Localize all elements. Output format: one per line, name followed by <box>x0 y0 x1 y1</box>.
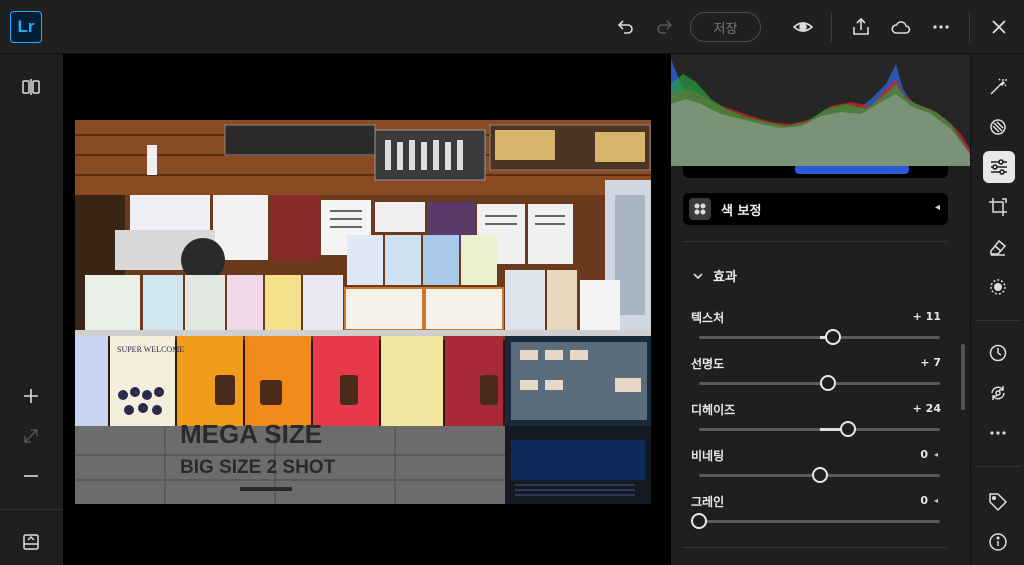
crop-icon[interactable] <box>985 194 1011 220</box>
rail-divider <box>975 320 1021 321</box>
color-grading-icon <box>689 198 711 220</box>
color-grading-section[interactable]: 색 보정 ◂ <box>683 193 948 225</box>
close-icon[interactable] <box>986 14 1012 40</box>
save-button[interactable]: 저장 <box>690 12 761 42</box>
photo-preview[interactable]: MEGA SIZE BIG SIZE 2 SHOT SUPER WELCOME <box>75 120 651 504</box>
cloud-icon[interactable] <box>888 14 914 40</box>
slider-track[interactable] <box>699 375 940 391</box>
panel-scrollbar[interactable] <box>961 344 965 410</box>
slider-value[interactable]: 0 <box>920 494 928 507</box>
heal-icon[interactable] <box>985 234 1011 260</box>
versions-icon[interactable] <box>985 380 1011 406</box>
rail-divider <box>975 466 1021 467</box>
chevron-left-icon: ◂ <box>934 202 940 213</box>
masking-icon[interactable] <box>985 274 1011 300</box>
slider-thumb[interactable] <box>691 513 707 529</box>
effects-heading[interactable]: 효과 <box>713 266 737 285</box>
info-icon[interactable] <box>985 529 1011 555</box>
fit-icon[interactable] <box>18 423 44 449</box>
tone-accent-bar <box>795 166 909 174</box>
slider-value[interactable]: + 24 <box>913 402 941 415</box>
color-grading-label: 색 보정 <box>721 204 762 219</box>
adjust-icon[interactable] <box>983 151 1015 183</box>
zoom-out-icon[interactable] <box>18 463 44 489</box>
tone-panel-bottom <box>683 166 948 178</box>
history-icon[interactable] <box>985 340 1011 366</box>
filmstrip-icon[interactable] <box>18 529 44 555</box>
compare-icon[interactable] <box>18 74 44 100</box>
slider-label: 선명도 <box>691 357 725 371</box>
chevron-down-icon[interactable] <box>691 269 705 283</box>
slider-value[interactable]: + 7 <box>920 356 941 369</box>
toolbar-divider <box>831 12 832 42</box>
slider-thumb[interactable] <box>819 375 836 391</box>
histogram <box>671 54 970 166</box>
slider-thumb[interactable] <box>824 329 841 345</box>
more-icon[interactable] <box>928 14 954 40</box>
undo-icon[interactable] <box>612 14 638 40</box>
slider-track[interactable] <box>699 421 940 437</box>
eye-icon[interactable] <box>790 14 816 40</box>
top-toolbar: Lr 저장 <box>0 0 1024 54</box>
edit-panel: 색 보정 ◂ 효과 텍스처 + 11 선명도 + 7 디헤이즈 + 24 비네팅 0 ◂ 그레인 0… <box>671 54 970 565</box>
slider-track[interactable] <box>691 513 940 529</box>
zoom-in-icon[interactable] <box>18 383 44 409</box>
slider-track[interactable] <box>699 329 940 345</box>
chevron-left-icon[interactable]: ◂ <box>934 450 938 459</box>
photo-sign-line1: MEGA SIZE <box>180 419 322 449</box>
presets-icon[interactable] <box>985 114 1011 140</box>
chevron-left-icon[interactable]: ◂ <box>934 496 938 505</box>
slider-label: 비네팅 <box>691 449 725 463</box>
section-divider <box>683 241 948 242</box>
slider-thumb[interactable] <box>811 467 828 483</box>
more-icon[interactable] <box>985 420 1011 446</box>
slider-value[interactable]: + 11 <box>913 310 941 323</box>
slider-label: 그레인 <box>691 495 725 509</box>
slider-track[interactable] <box>699 467 940 483</box>
slider-label: 텍스처 <box>691 311 725 325</box>
auto-edit-icon[interactable] <box>985 74 1011 100</box>
tag-icon[interactable] <box>985 489 1011 515</box>
redo-icon[interactable] <box>652 14 678 40</box>
left-rail <box>0 54 63 565</box>
photo-sign-line2: BIG SIZE 2 SHOT <box>180 457 336 478</box>
slider-thumb[interactable] <box>840 421 857 437</box>
toolbar-divider <box>969 12 970 42</box>
slider-label: 디헤이즈 <box>691 403 736 417</box>
right-rail <box>970 54 1024 565</box>
slider-value[interactable]: 0 <box>920 448 928 461</box>
photo-poster-text: SUPER WELCOME <box>117 345 184 354</box>
rail-divider <box>0 509 63 510</box>
share-icon[interactable] <box>848 14 874 40</box>
section-divider <box>683 547 948 548</box>
lightroom-logo: Lr <box>10 11 42 43</box>
photo-canvas[interactable]: MEGA SIZE BIG SIZE 2 SHOT SUPER WELCOME <box>63 54 671 565</box>
